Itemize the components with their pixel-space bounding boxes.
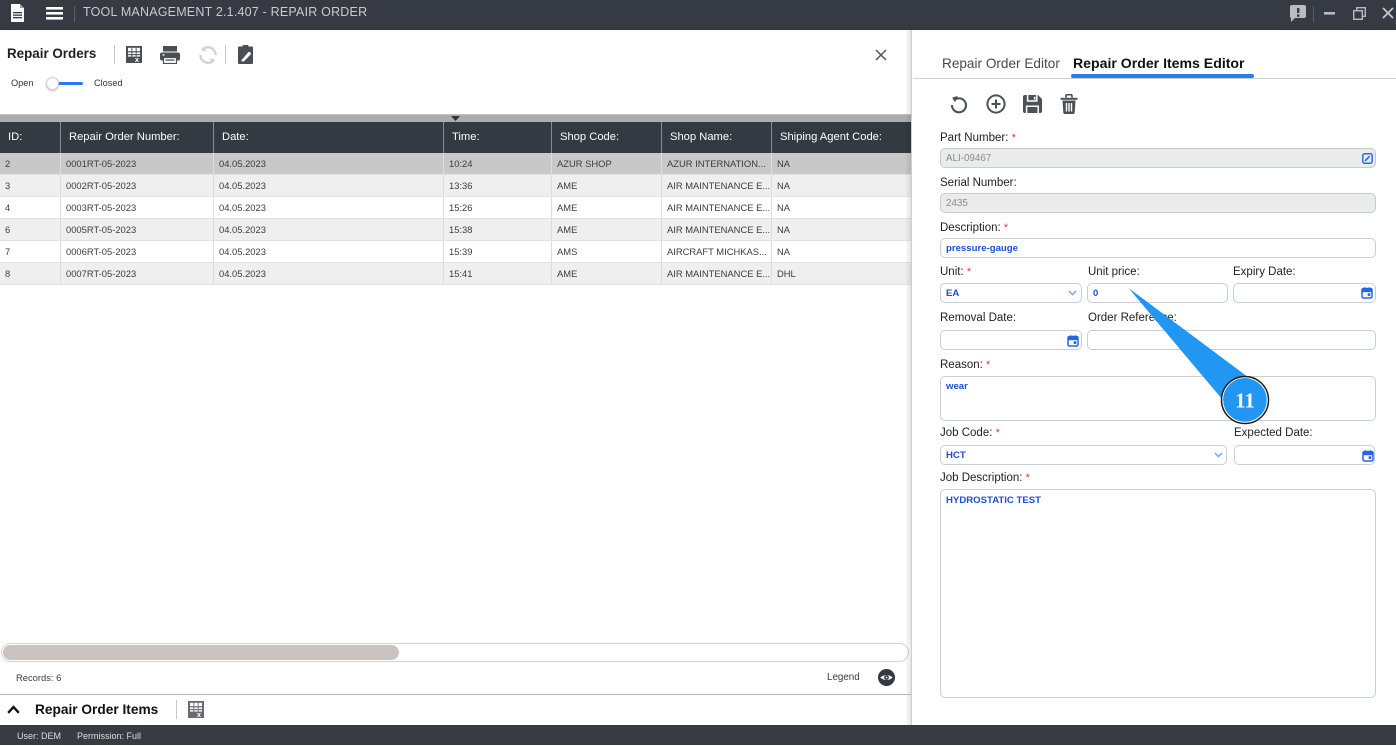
svg-text:11: 11: [1235, 388, 1255, 412]
